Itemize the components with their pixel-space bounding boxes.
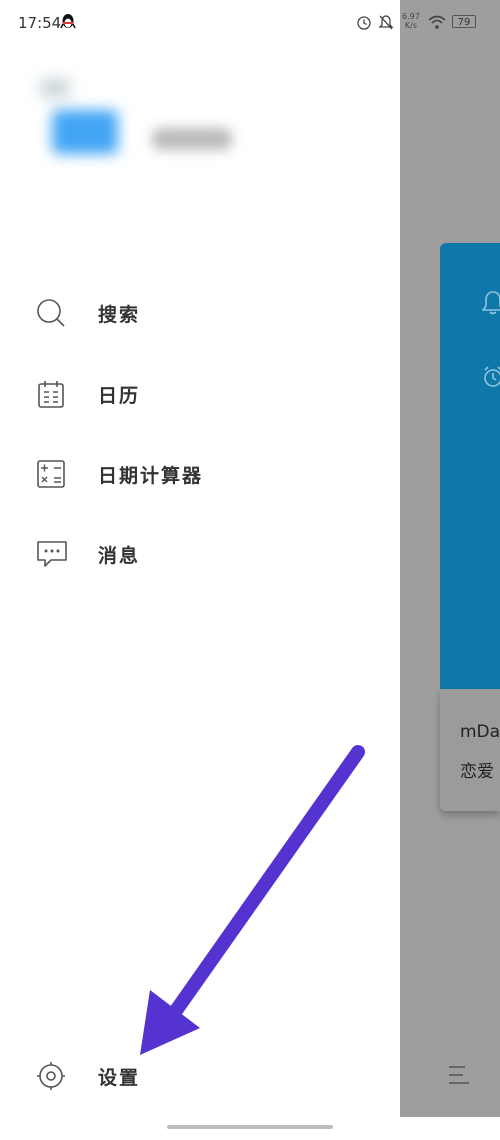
home-indicator[interactable]: [167, 1125, 333, 1129]
menu-icon-wrap: [36, 459, 82, 489]
menu-item-date-calculator[interactable]: 日期计算器: [36, 446, 366, 502]
net-speed-value: 6.97: [402, 12, 420, 21]
settings-button[interactable]: 设置: [36, 1048, 366, 1104]
message-icon: [37, 541, 67, 567]
menu-item-calendar[interactable]: 日历: [36, 366, 366, 422]
menu-icon-wrap: [36, 379, 82, 409]
menu-item-search[interactable]: 搜索: [36, 285, 366, 341]
mute-bell-icon: [378, 15, 394, 30]
menu-icon-wrap: [36, 298, 82, 328]
calendar-icon: [38, 381, 64, 408]
menu-icon-wrap: [36, 539, 82, 569]
settings-label: 设置: [98, 1066, 141, 1089]
battery-indicator: 79: [452, 15, 476, 28]
alarm-clock-icon: [484, 366, 500, 387]
gear-icon: [37, 1062, 65, 1090]
avatar[interactable]: [40, 78, 130, 168]
status-time: 17:54: [18, 14, 62, 32]
menu-item-messages[interactable]: 消息: [36, 526, 366, 582]
qq-penguin-icon: [60, 14, 76, 29]
background-card-body[interactable]: [440, 689, 500, 811]
background-card-title: mDa: [460, 722, 500, 742]
menu-label-date-calculator: 日期计算器: [98, 464, 204, 487]
status-icons: [356, 13, 394, 31]
menu-icon-wrap: [36, 1061, 82, 1091]
hamburger-menu-icon[interactable]: [448, 1065, 470, 1085]
search-icon: [37, 299, 65, 327]
background-card-subtitle: 恋爱: [460, 762, 494, 782]
wifi-icon: [428, 15, 446, 29]
alarm-status-icon: [357, 16, 371, 30]
net-speed-unit: K/s: [404, 21, 417, 30]
username-blurred: [152, 128, 232, 150]
calculator-icon: [37, 460, 65, 488]
menu-label-calendar: 日历: [98, 384, 141, 407]
bell-icon: [482, 291, 500, 315]
navigation-drawer: 17:54 6.97 K/s 79 搜索 日历 日期计算器 消息 设置: [0, 0, 476, 1117]
network-speed: 6.97 K/s: [402, 12, 420, 30]
menu-label-messages: 消息: [98, 544, 141, 567]
background-card-header: [440, 243, 500, 689]
menu-label-search: 搜索: [98, 303, 141, 326]
